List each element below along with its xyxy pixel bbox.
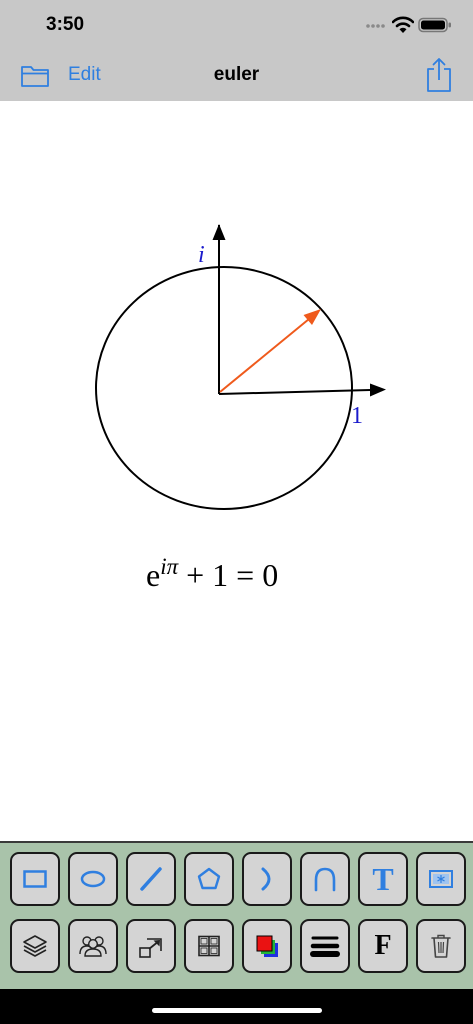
line-weight-icon [310,936,340,957]
grid-icon [198,935,220,957]
group-button[interactable] [68,919,118,973]
arc-tool-button[interactable] [242,852,292,906]
imaginary-axis-arrowhead [212,224,226,240]
share-icon[interactable] [424,56,454,94]
image-tool-button[interactable] [416,852,466,906]
rectangle-tool-icon [23,870,47,888]
polygon-tool-icon [197,867,221,890]
line-tool-button[interactable] [126,852,176,906]
font-icon: F [374,930,392,961]
signal-dots-icon [366,24,385,28]
font-button[interactable]: F [358,919,408,973]
navigation-bar: 3:50 Edit euler [0,0,473,101]
line-tool-icon [140,867,162,891]
resize-button[interactable] [126,919,176,973]
ellipse-tool-icon [80,870,106,888]
trash-button[interactable] [416,919,466,973]
rectangle-tool-button[interactable] [10,852,60,906]
group-icon [79,936,107,957]
home-indicator[interactable] [152,1008,322,1013]
wifi-icon [392,16,414,33]
bottom-safe-area [0,989,473,1024]
euler-equation: eiπ + 1 = 0 [146,554,278,593]
text-tool-button[interactable]: T [358,852,408,906]
imaginary-axis-label: i [198,242,205,268]
image-tool-icon [429,870,453,888]
resize-icon [139,938,162,958]
real-axis[interactable] [218,389,371,395]
arc-tool-icon [261,867,271,891]
curve-tool-icon [314,867,336,892]
edit-button[interactable]: Edit [68,64,101,86]
rotation-vector[interactable] [219,318,310,393]
color-button[interactable] [242,919,292,973]
status-time: 3:50 [46,14,85,35]
trash-icon [431,934,451,958]
color-icon [256,935,278,957]
polygon-tool-button[interactable] [184,852,234,906]
text-tool-icon: T [372,861,394,897]
real-axis-label: 1 [351,403,363,429]
battery-icon [418,17,451,33]
layers-icon [23,935,47,957]
equation-base: e [146,557,160,593]
real-axis-arrowhead [370,383,386,397]
grid-button[interactable] [184,919,234,973]
line-weight-button[interactable] [300,919,350,973]
equation-rest: + 1 = 0 [178,557,278,593]
equation-exponent: iπ [160,554,179,579]
drawing-canvas[interactable]: i 1 eiπ + 1 = 0 [0,101,473,841]
curve-tool-button[interactable] [300,852,350,906]
layers-button[interactable] [10,919,60,973]
folder-icon[interactable] [20,62,50,88]
tool-palette: T F [0,841,473,989]
ellipse-tool-button[interactable] [68,852,118,906]
